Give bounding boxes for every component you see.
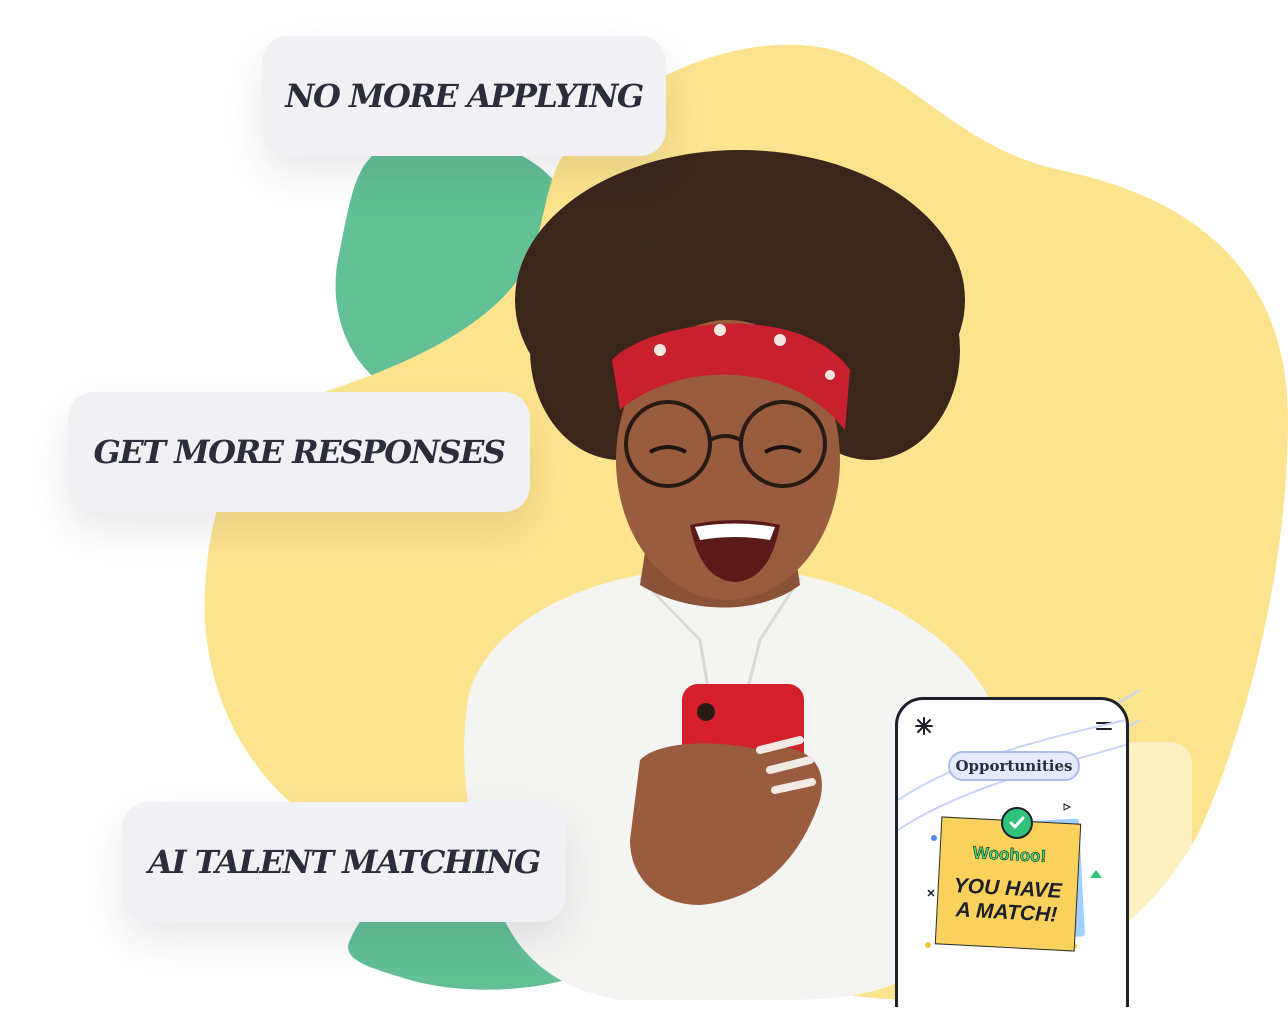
no-more-applying-text: NO MORE APPLYING	[285, 77, 644, 115]
no-more-applying-badge: NO MORE APPLYING	[262, 36, 666, 156]
ai-talent-matching-badge: AI TALENT MATCHING	[122, 802, 566, 922]
get-more-responses-badge: GET MORE RESPONSES	[68, 392, 530, 512]
opportunities-tab[interactable]: Opportunities	[948, 751, 1080, 781]
phone-mockup: Opportunities Woohoo! YOU HAVE A MATCH!	[895, 697, 1129, 1007]
woohoo-text: Woohoo!	[972, 843, 1047, 866]
ai-talent-matching-text: AI TALENT MATCHING	[148, 843, 541, 881]
checkmark-icon	[1001, 807, 1033, 839]
match-message: YOU HAVE A MATCH!	[953, 874, 1063, 927]
get-more-responses-text: GET MORE RESPONSES	[93, 433, 506, 471]
